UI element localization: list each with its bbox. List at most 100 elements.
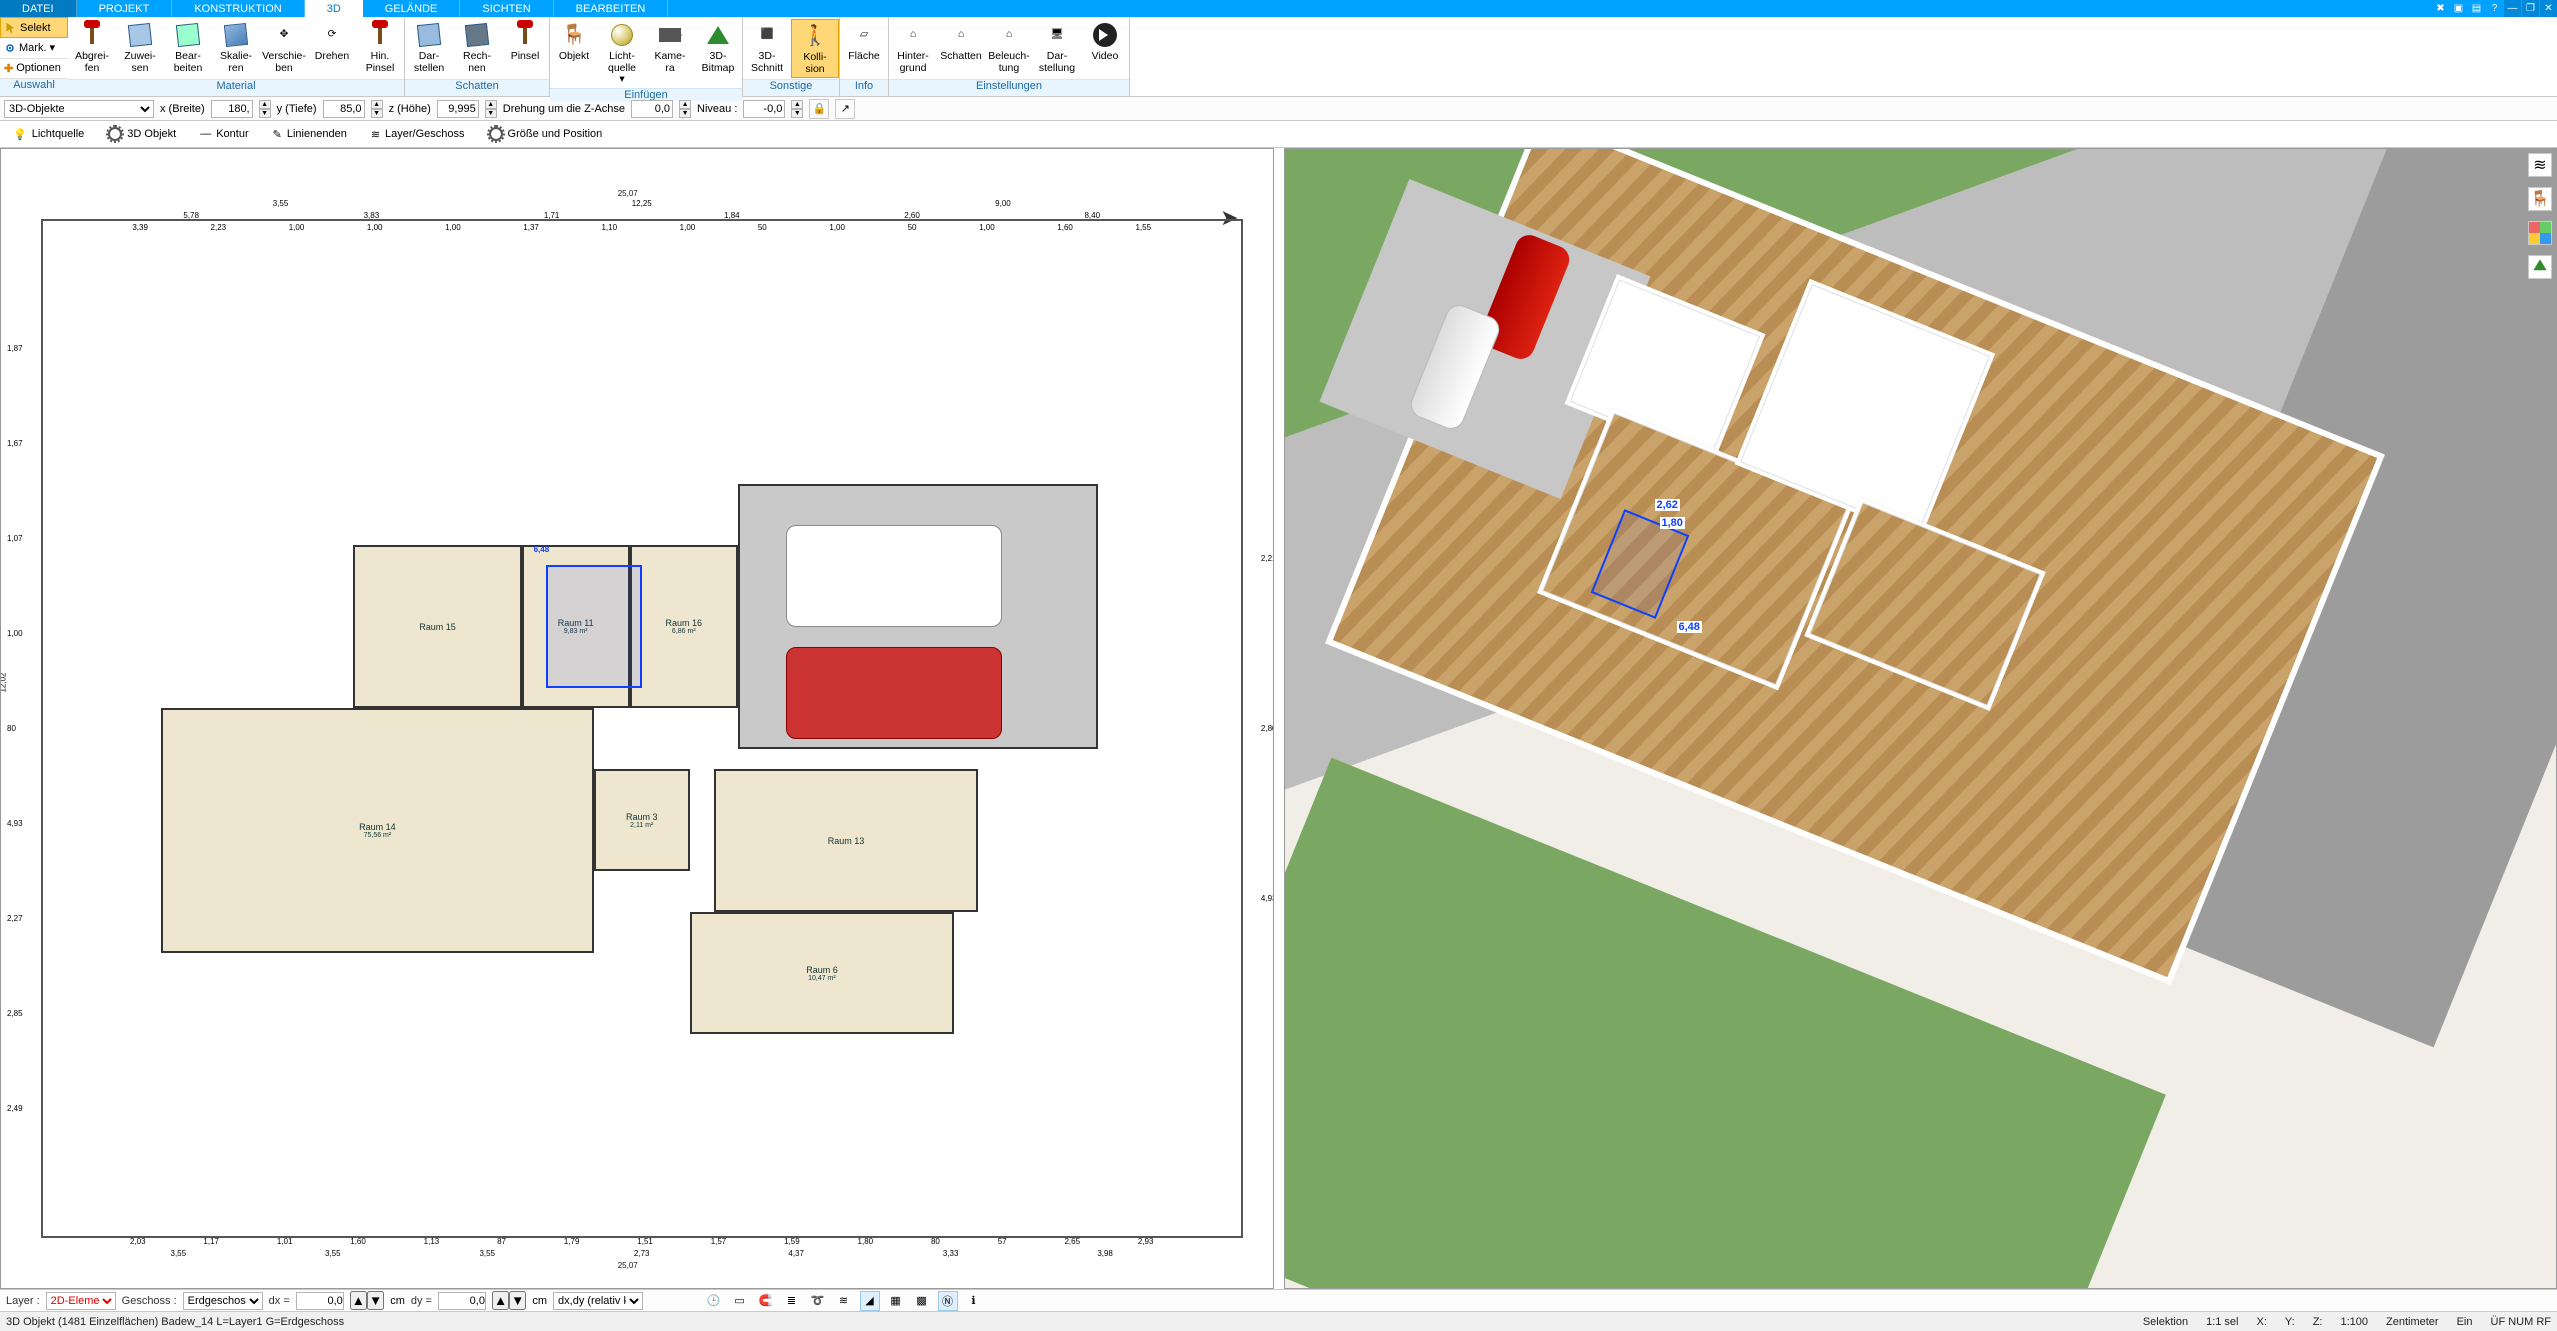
niv-input[interactable] <box>743 100 785 118</box>
layers-icon-b[interactable]: ≋ <box>834 1291 854 1311</box>
car-red-2d <box>786 647 1002 739</box>
y-input[interactable] <box>323 100 365 118</box>
tree-side-icon[interactable] <box>2528 255 2552 279</box>
3dobjekt-tool[interactable]: 3D Objekt <box>101 123 183 145</box>
3dbitmap-button[interactable]: 3D-Bitmap <box>694 19 742 76</box>
toolbar-icon-3[interactable]: ▤ <box>2468 0 2485 17</box>
toolbar-icon-2[interactable]: ▣ <box>2450 0 2467 17</box>
floor-select[interactable]: Erdgeschos <box>183 1292 263 1310</box>
north-icon[interactable]: Ⓝ <box>938 1291 958 1311</box>
bearbeiten-button[interactable]: Bear-beiten <box>164 19 212 76</box>
dx-spin[interactable]: ▲▼ <box>350 1291 384 1310</box>
window-minimize[interactable]: — <box>2504 0 2521 17</box>
plus-icon: ✚ <box>4 62 13 75</box>
rechnen-button[interactable]: Rech-nen <box>453 19 501 76</box>
lichtquelle-button[interactable]: Licht-quelle▾ <box>598 19 646 88</box>
beleuchtung-button[interactable]: ⌂Beleuch-tung <box>985 19 1033 76</box>
menu-tab-datei[interactable]: DATEI <box>0 0 77 17</box>
dim: 12,25 <box>632 199 652 208</box>
select-rect-icon[interactable]: ▭ <box>730 1291 750 1311</box>
selection-2d[interactable] <box>546 565 642 687</box>
dy-input[interactable] <box>438 1292 486 1310</box>
dx-unit: cm <box>390 1295 405 1307</box>
group-title-material: Material <box>68 79 404 96</box>
layer-select[interactable]: 2D-Elemen <box>46 1292 116 1310</box>
bulb-icon <box>611 24 633 46</box>
zuweisen-button[interactable]: Zuwei-sen <box>116 19 164 76</box>
status-left: 3D Objekt (1481 Einzelflächen) Badew_14 … <box>6 1316 344 1328</box>
popout-icon[interactable]: ↗ <box>835 99 855 119</box>
3dschnitt-button[interactable]: ⬛3D-Schnitt <box>743 19 791 76</box>
pinsel-button[interactable]: Pinsel <box>501 19 549 65</box>
menu-tab-gelaende[interactable]: GELÄNDE <box>363 0 461 17</box>
3d-side-tools: ≋ 🪑 <box>2528 153 2552 279</box>
schatten-button[interactable]: ⌂Schatten <box>937 19 985 65</box>
menu-tab-projekt[interactable]: PROJEKT <box>77 0 173 17</box>
window-restore[interactable]: ❐ <box>2522 0 2539 17</box>
kollision-button[interactable]: 🚶Kolli-sion <box>791 19 839 78</box>
darstellen-button[interactable]: Dar-stellen <box>405 19 453 76</box>
stack-icon[interactable]: ≣ <box>782 1291 802 1311</box>
y-spin[interactable]: ▲▼ <box>371 100 383 118</box>
window-close[interactable]: ✕ <box>2540 0 2557 17</box>
hatch-icon[interactable]: ▦ <box>886 1291 906 1311</box>
sizepos-tool[interactable]: Größe und Position <box>482 123 610 145</box>
history-icon[interactable]: 🕒 <box>704 1291 724 1311</box>
drehen-button[interactable]: ⟳Drehen <box>308 19 356 65</box>
dim: 1,80 <box>858 1237 874 1246</box>
grid-icon[interactable]: ▩ <box>912 1291 932 1311</box>
kontur-tool[interactable]: —Kontur <box>193 124 255 144</box>
linienenden-tool[interactable]: ✎Linienenden <box>266 124 354 145</box>
layergeschoss-tool[interactable]: ≋Layer/Geschoss <box>364 124 472 145</box>
verschieben-button[interactable]: ✥Verschie-ben <box>260 19 308 76</box>
lichtquelle-tool[interactable]: 💡Lichtquelle <box>6 124 91 145</box>
kamera-button[interactable]: Kame-ra <box>646 19 694 76</box>
menu-tab-3d[interactable]: 3D <box>305 0 363 17</box>
object-type-select[interactable]: 3D-Objekte <box>4 100 154 118</box>
lock-icon[interactable]: 🔒 <box>809 99 829 119</box>
dx-input[interactable] <box>296 1292 344 1310</box>
trowel-icon[interactable]: ◢ <box>860 1291 880 1311</box>
help-icon[interactable]: ? <box>2486 0 2503 17</box>
2d-view[interactable]: ➤ 25,07 3,5512,259,00 5,783,831,711,842,… <box>0 148 1274 1289</box>
flaeche-button[interactable]: ▱Fläche <box>840 19 888 65</box>
options-button[interactable]: ✚ Optionen <box>0 59 68 79</box>
dy-spin[interactable]: ▲▼ <box>492 1291 526 1310</box>
video-button[interactable]: Video <box>1081 19 1129 65</box>
lasso-icon[interactable]: ➰ <box>808 1291 828 1311</box>
info-icon[interactable]: ℹ <box>964 1291 984 1311</box>
menu-tab-konstruktion[interactable]: KONSTRUKTION <box>172 0 304 17</box>
palette-side-icon[interactable] <box>2528 221 2552 245</box>
hintergrund-button[interactable]: ⌂Hinter-grund <box>889 19 937 76</box>
z-input[interactable] <box>437 100 479 118</box>
darstellung-button[interactable]: 🖥Dar-stellung <box>1033 19 1081 76</box>
menu-tab-sichten[interactable]: SICHTEN <box>460 0 553 17</box>
dim: 1,79 <box>564 1237 580 1246</box>
chair-side-icon[interactable]: 🪑 <box>2528 187 2552 211</box>
mark-button[interactable]: Mark.▾ <box>0 38 68 58</box>
dim: 4,93 <box>7 819 23 828</box>
objekt-button[interactable]: 🪑Objekt <box>550 19 598 65</box>
dim: 1,59 <box>784 1237 800 1246</box>
z-spin[interactable]: ▲▼ <box>485 100 497 118</box>
abgreifen-button[interactable]: Abgrei-fen <box>68 19 116 76</box>
x-input[interactable] <box>211 100 253 118</box>
niv-spin[interactable]: ▲▼ <box>791 100 803 118</box>
hinpinsel-button[interactable]: Hin.Pinsel <box>356 19 404 76</box>
magnet-icon[interactable]: 🧲 <box>756 1291 776 1311</box>
status-z: Z: <box>2313 1316 2323 1328</box>
select-button[interactable]: Selekt <box>0 17 68 38</box>
mode-select[interactable]: dx,dy (relativ ka <box>553 1292 643 1310</box>
menu-tab-bearbeiten[interactable]: BEARBEITEN <box>554 0 669 17</box>
line-icon: — <box>200 128 211 140</box>
rot-input[interactable] <box>631 100 673 118</box>
options-label: Optionen <box>16 62 61 74</box>
splitter[interactable] <box>1274 148 1280 1289</box>
rot-spin[interactable]: ▲▼ <box>679 100 691 118</box>
toolbar-icon-1[interactable]: ✖ <box>2432 0 2449 17</box>
x-spin[interactable]: ▲▼ <box>259 100 271 118</box>
layers-side-icon[interactable]: ≋ <box>2528 153 2552 177</box>
3d-view[interactable]: 2,62 1,80 6,48 ≋ 🪑 <box>1284 148 2557 1289</box>
pencil-icon: ✎ <box>273 128 282 141</box>
skalieren-button[interactable]: Skalie-ren <box>212 19 260 76</box>
